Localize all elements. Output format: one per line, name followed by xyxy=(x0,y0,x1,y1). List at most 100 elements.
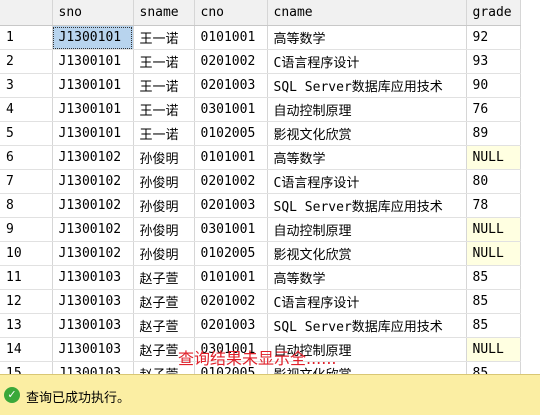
cell-cno[interactable]: 0201002 xyxy=(194,289,268,314)
cell-sname[interactable]: 孙俊明 xyxy=(133,193,195,218)
cell-sname[interactable]: 王一诺 xyxy=(133,49,195,74)
cell-sno[interactable]: J1300101 xyxy=(52,121,134,146)
row-number[interactable]: 14 xyxy=(0,337,53,362)
row-number[interactable]: 5 xyxy=(0,121,53,146)
cell-sno[interactable]: J1300103 xyxy=(52,361,134,374)
table-row[interactable]: 11 J1300103 赵子萱 0101001 高等数学 85 xyxy=(0,265,521,290)
cell-cname[interactable]: 影视文化欣赏 xyxy=(267,121,467,146)
cell-cname[interactable]: SQL Server数据库应用技术 xyxy=(267,193,467,218)
cell-cname[interactable]: C语言程序设计 xyxy=(267,49,467,74)
cell-grade[interactable]: 85 xyxy=(466,361,521,374)
table-row[interactable]: 2 J1300101 王一诺 0201002 C语言程序设计 93 xyxy=(0,49,521,74)
row-number[interactable]: 8 xyxy=(0,193,53,218)
cell-sno[interactable]: J1300103 xyxy=(52,289,134,314)
cell-sno[interactable]: J1300101 xyxy=(52,25,134,50)
table-row[interactable]: 8 J1300102 孙俊明 0201003 SQL Server数据库应用技术 78 xyxy=(0,193,521,218)
row-number[interactable]: 6 xyxy=(0,145,53,170)
cell-cname[interactable]: 自动控制原理 xyxy=(267,217,467,242)
cell-grade[interactable]: NULL xyxy=(466,241,521,266)
column-header-cno[interactable]: cno xyxy=(194,0,268,26)
row-number[interactable]: 4 xyxy=(0,97,53,122)
row-number[interactable]: 10 xyxy=(0,241,53,266)
cell-grade[interactable]: 85 xyxy=(466,313,521,338)
cell-grade[interactable]: 76 xyxy=(466,97,521,122)
cell-sname[interactable]: 赵子萱 xyxy=(133,265,195,290)
cell-cname[interactable]: SQL Server数据库应用技术 xyxy=(267,313,467,338)
cell-grade[interactable]: NULL xyxy=(466,337,521,362)
cell-sname[interactable]: 孙俊明 xyxy=(133,217,195,242)
cell-cname[interactable]: 高等数学 xyxy=(267,145,467,170)
cell-cno[interactable]: 0301001 xyxy=(194,217,268,242)
cell-sname[interactable]: 赵子萱 xyxy=(133,313,195,338)
cell-sname[interactable]: 王一诺 xyxy=(133,121,195,146)
cell-sname[interactable]: 王一诺 xyxy=(133,97,195,122)
cell-cno[interactable]: 0101001 xyxy=(194,265,268,290)
cell-cno[interactable]: 0201003 xyxy=(194,73,268,98)
table-row[interactable]: 1 J1300101 王一诺 0101001 高等数学 92 xyxy=(0,25,521,50)
row-number[interactable]: 11 xyxy=(0,265,53,290)
cell-sno[interactable]: J1300101 xyxy=(52,49,134,74)
row-number[interactable]: 13 xyxy=(0,313,53,338)
cell-cname[interactable]: 影视文化欣赏 xyxy=(267,241,467,266)
column-header-sno[interactable]: sno xyxy=(52,0,134,26)
cell-sname[interactable]: 赵子萱 xyxy=(133,289,195,314)
cell-sname[interactable]: 王一诺 xyxy=(133,73,195,98)
cell-grade[interactable]: 93 xyxy=(466,49,521,74)
select-all-corner[interactable] xyxy=(0,0,53,26)
cell-cno[interactable]: 0201003 xyxy=(194,313,268,338)
cell-sname[interactable]: 孙俊明 xyxy=(133,145,195,170)
row-number[interactable]: 2 xyxy=(0,49,53,74)
table-row[interactable]: 4 J1300101 王一诺 0301001 自动控制原理 76 xyxy=(0,97,521,122)
cell-cno[interactable]: 0102005 xyxy=(194,121,268,146)
cell-cno[interactable]: 0101001 xyxy=(194,145,268,170)
cell-sno[interactable]: J1300103 xyxy=(52,313,134,338)
cell-grade[interactable]: 90 xyxy=(466,73,521,98)
cell-sname[interactable]: 孙俊明 xyxy=(133,241,195,266)
cell-cno[interactable]: 0301001 xyxy=(194,97,268,122)
cell-cno[interactable]: 0201003 xyxy=(194,193,268,218)
table-row[interactable]: 3 J1300101 王一诺 0201003 SQL Server数据库应用技术 90 xyxy=(0,73,521,98)
cell-grade[interactable]: 92 xyxy=(466,25,521,50)
cell-grade[interactable]: 89 xyxy=(466,121,521,146)
table-row[interactable]: 5 J1300101 王一诺 0102005 影视文化欣赏 89 xyxy=(0,121,521,146)
cell-sname[interactable]: 王一诺 xyxy=(133,25,195,50)
table-row[interactable]: 7 J1300102 孙俊明 0201002 C语言程序设计 80 xyxy=(0,169,521,194)
column-header-cname[interactable]: cname xyxy=(267,0,467,26)
cell-grade[interactable]: 85 xyxy=(466,289,521,314)
column-header-sname[interactable]: sname xyxy=(133,0,195,26)
cell-sno[interactable]: J1300101 xyxy=(52,73,134,98)
row-number[interactable]: 15 xyxy=(0,361,53,374)
cell-grade[interactable]: NULL xyxy=(466,217,521,242)
cell-cname[interactable]: SQL Server数据库应用技术 xyxy=(267,73,467,98)
row-number[interactable]: 9 xyxy=(0,217,53,242)
table-row[interactable]: 12 J1300103 赵子萱 0201002 C语言程序设计 85 xyxy=(0,289,521,314)
table-row[interactable]: 13 J1300103 赵子萱 0201003 SQL Server数据库应用技术 85 xyxy=(0,313,521,338)
cell-cname[interactable]: 自动控制原理 xyxy=(267,97,467,122)
row-number[interactable]: 12 xyxy=(0,289,53,314)
cell-grade[interactable]: 85 xyxy=(466,265,521,290)
table-row[interactable]: 9 J1300102 孙俊明 0301001 自动控制原理 NULL xyxy=(0,217,521,242)
cell-sno[interactable]: J1300102 xyxy=(52,217,134,242)
cell-cname[interactable]: C语言程序设计 xyxy=(267,169,467,194)
cell-cno[interactable]: 0101001 xyxy=(194,25,268,50)
column-header-grade[interactable]: grade xyxy=(466,0,521,26)
cell-sno[interactable]: J1300102 xyxy=(52,241,134,266)
cell-sno[interactable]: J1300102 xyxy=(52,193,134,218)
cell-cname[interactable]: C语言程序设计 xyxy=(267,289,467,314)
cell-grade[interactable]: 78 xyxy=(466,193,521,218)
cell-grade[interactable]: 80 xyxy=(466,169,521,194)
row-number[interactable]: 1 xyxy=(0,25,53,50)
cell-grade[interactable]: NULL xyxy=(466,145,521,170)
cell-sno[interactable]: J1300101 xyxy=(52,97,134,122)
cell-cname[interactable]: 高等数学 xyxy=(267,25,467,50)
cell-cno[interactable]: 0102005 xyxy=(194,241,268,266)
cell-cname[interactable]: 高等数学 xyxy=(267,265,467,290)
cell-cno[interactable]: 0201002 xyxy=(194,49,268,74)
cell-sno[interactable]: J1300102 xyxy=(52,169,134,194)
cell-sno[interactable]: J1300102 xyxy=(52,145,134,170)
table-row[interactable]: 10 J1300102 孙俊明 0102005 影视文化欣赏 NULL xyxy=(0,241,521,266)
cell-cno[interactable]: 0201002 xyxy=(194,169,268,194)
cell-sname[interactable]: 孙俊明 xyxy=(133,169,195,194)
cell-sno[interactable]: J1300103 xyxy=(52,265,134,290)
row-number[interactable]: 3 xyxy=(0,73,53,98)
